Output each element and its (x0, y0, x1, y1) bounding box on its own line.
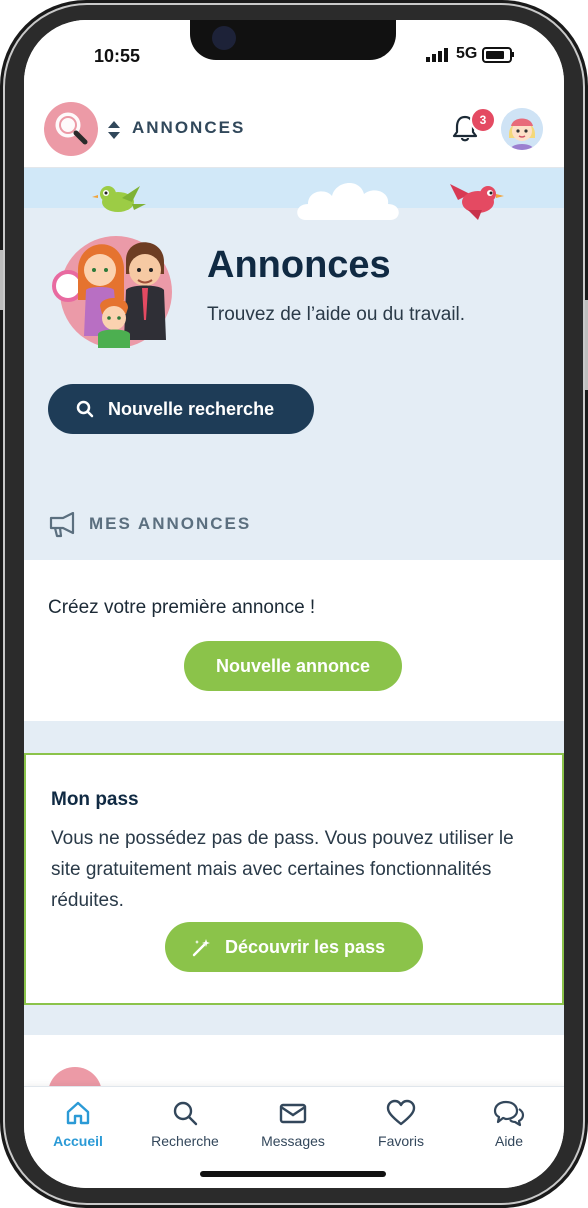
nav-messages[interactable]: Messages (243, 1099, 343, 1149)
heart-icon (386, 1099, 416, 1126)
hero-section: Annonces Trouvez de l’aide ou du travail… (24, 168, 564, 560)
notification-badge: 3 (470, 107, 496, 133)
nav-label-aide: Aide (494, 1133, 524, 1149)
empty-ads-text: Créez votre première annonce ! (48, 597, 316, 618)
discover-pass-label: Découvrir les pass (225, 937, 386, 957)
notch (190, 20, 396, 60)
new-search-button[interactable]: Nouvelle recherche (48, 384, 314, 434)
status-time: 10:55 (94, 46, 141, 66)
nav-aide[interactable]: Aide (459, 1099, 559, 1149)
cloud-icon (297, 182, 399, 220)
pass-title: Mon pass (51, 789, 139, 810)
battery-icon (482, 47, 512, 63)
screen: 10:55 5G ANNONCES 3 Annonces Trouvez de … (24, 20, 564, 1188)
family-illustration (52, 236, 172, 348)
green-bird-icon (92, 186, 146, 212)
battery-tip (512, 52, 514, 57)
network-label: 5G (456, 45, 478, 62)
nav-label-accueil: Accueil (53, 1133, 103, 1149)
section-spacer (24, 721, 564, 753)
section-spacer (24, 1005, 564, 1035)
sort-arrows-icon[interactable] (107, 120, 121, 140)
volume-button (0, 250, 3, 310)
magic-wand-icon (192, 939, 210, 957)
home-icon (66, 1101, 90, 1125)
signal-icon (426, 48, 448, 62)
nav-label-favoris: Favoris (378, 1133, 424, 1149)
search-icon (76, 400, 94, 418)
nav-recherche[interactable]: Recherche (135, 1099, 235, 1149)
header-title[interactable]: ANNONCES (132, 118, 245, 138)
nav-favoris[interactable]: Favoris (351, 1099, 451, 1149)
megaphone-icon (49, 512, 75, 538)
red-bird-icon (450, 184, 504, 220)
mail-icon (279, 1103, 307, 1124)
nav-label-recherche: Recherche (151, 1133, 219, 1149)
search-icon (173, 1101, 198, 1126)
new-search-label: Nouvelle recherche (108, 399, 275, 419)
nav-label-messages: Messages (261, 1133, 325, 1149)
my-ads-card: Créez votre première annonce ! Nouvelle … (24, 561, 564, 721)
pass-card: Mon pass Vous ne possédez pas de pass. V… (24, 753, 564, 1005)
logo-magnifier-icon[interactable] (44, 102, 98, 156)
new-ad-button[interactable]: Nouvelle annonce (184, 641, 402, 691)
discover-pass-button[interactable]: Découvrir les pass (165, 922, 423, 972)
app-header: ANNONCES 3 (24, 92, 564, 168)
hero-title: Annonces (207, 244, 391, 286)
front-camera (212, 26, 236, 50)
avatar[interactable] (501, 108, 543, 150)
bottom-navigation: Accueil Recherche Messages Favoris Aide (24, 1086, 564, 1188)
pass-description: Vous ne possédez pas de pass. Vous pouve… (51, 828, 514, 911)
hero-subtitle: Trouvez de l’aide ou du travail. (207, 304, 466, 325)
nav-accueil[interactable]: Accueil (28, 1099, 128, 1149)
status-bar: 10:55 5G (24, 20, 564, 92)
chat-bubbles-icon (493, 1100, 525, 1127)
home-indicator[interactable] (200, 1171, 386, 1177)
my-ads-section-title: MES ANNONCES (89, 514, 252, 533)
